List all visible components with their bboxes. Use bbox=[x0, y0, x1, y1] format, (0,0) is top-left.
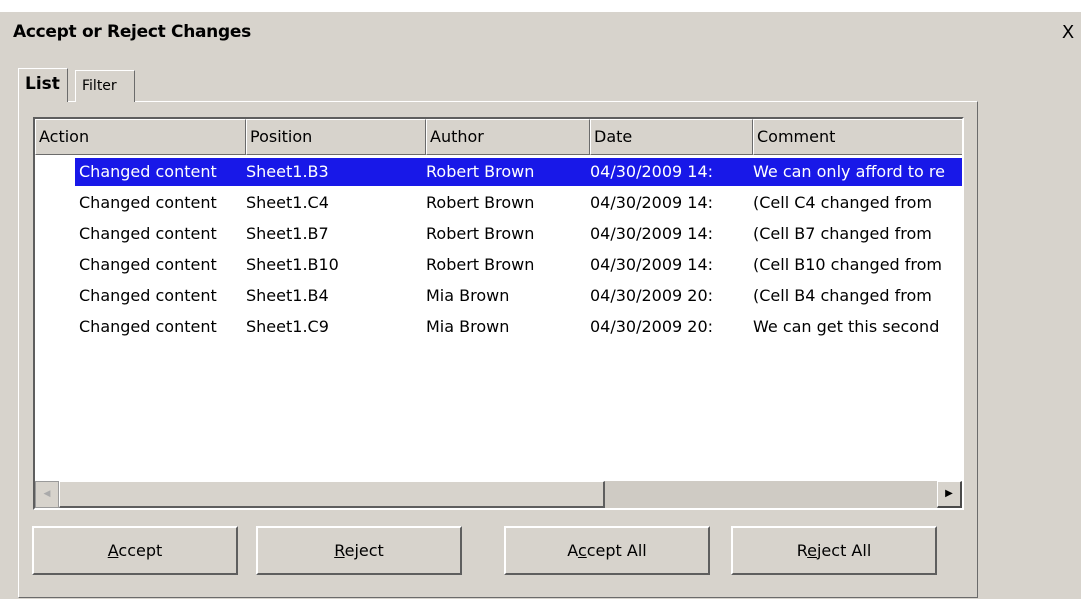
cell-action: Changed content bbox=[79, 224, 217, 243]
cell-position: Sheet1.B10 bbox=[246, 255, 339, 274]
cell-action: Changed content bbox=[79, 317, 217, 336]
cell-action: Changed content bbox=[79, 193, 217, 212]
column-header-action[interactable]: Action bbox=[35, 119, 246, 155]
tab-filter[interactable]: Filter bbox=[75, 70, 135, 102]
column-header-comment[interactable]: Comment bbox=[753, 119, 962, 155]
cell-action: Changed content bbox=[79, 162, 217, 181]
table-row[interactable]: Changed content Sheet1.C9 Mia Brown 04/30/2… bbox=[35, 312, 962, 342]
cell-position: Sheet1.B7 bbox=[246, 224, 329, 243]
reject-mnemonic: R bbox=[334, 541, 345, 560]
column-header-position[interactable]: Position bbox=[246, 119, 426, 155]
cell-action: Changed content bbox=[79, 286, 217, 305]
cell-author: Robert Brown bbox=[426, 224, 535, 243]
column-header-date[interactable]: Date bbox=[590, 119, 753, 155]
cell-comment: We can only afford to re bbox=[753, 162, 945, 181]
accept-mnemonic: A bbox=[107, 541, 119, 560]
reject-all-label-pre: R bbox=[796, 541, 808, 560]
tab-list[interactable]: List bbox=[18, 68, 68, 102]
cell-action: Changed content bbox=[79, 255, 217, 274]
cell-date: 04/30/2009 20: bbox=[590, 317, 714, 336]
reject-all-label: ject All bbox=[816, 541, 872, 560]
cell-author: Robert Brown bbox=[426, 162, 535, 181]
scrollbar-thumb[interactable] bbox=[59, 481, 605, 508]
cell-date: 04/30/2009 14: bbox=[590, 162, 714, 181]
reject-all-mnemonic: e bbox=[807, 541, 817, 560]
cell-date: 04/30/2009 20: bbox=[590, 286, 714, 305]
table-row[interactable]: Changed content Sheet1.B3 Robert Brown 04/3… bbox=[35, 157, 962, 187]
cell-comment: (Cell B10 changed from bbox=[753, 255, 943, 274]
changes-list[interactable]: Action Position Author Date Comment Chan… bbox=[33, 117, 964, 510]
dialog-title: Accept or Reject Changes bbox=[13, 22, 251, 42]
cell-comment: (Cell B4 changed from bbox=[753, 286, 932, 305]
reject-label: eject bbox=[344, 541, 384, 560]
table-row[interactable]: Changed content Sheet1.B7 Robert Brown 04/3… bbox=[35, 219, 962, 249]
cell-position: Sheet1.C9 bbox=[246, 317, 329, 336]
cell-author: Mia Brown bbox=[426, 286, 510, 305]
close-icon[interactable]: X bbox=[1058, 22, 1078, 44]
reject-all-button[interactable]: Reject All bbox=[731, 526, 937, 575]
accept-all-label-pre: A bbox=[567, 541, 578, 560]
accept-label: ccept bbox=[118, 541, 163, 560]
accept-all-button[interactable]: Accept All bbox=[504, 526, 710, 575]
table-row[interactable]: Changed content Sheet1.C4 Robert Brown 04/3… bbox=[35, 188, 962, 218]
table-row[interactable]: Changed content Sheet1.B10 Robert Brown 04/… bbox=[35, 250, 962, 280]
scroll-right-icon[interactable]: ▶ bbox=[937, 481, 962, 508]
cell-date: 04/30/2009 14: bbox=[590, 224, 714, 243]
scrollbar-track[interactable] bbox=[605, 481, 937, 508]
accept-all-mnemonic: c bbox=[577, 541, 587, 560]
scroll-left-icon[interactable]: ◀ bbox=[35, 481, 59, 508]
accept-all-label: cept All bbox=[586, 541, 647, 560]
reject-button[interactable]: Reject bbox=[256, 526, 462, 575]
column-header-row: Action Position Author Date Comment bbox=[35, 119, 962, 155]
table-row[interactable]: Changed content Sheet1.B4 Mia Brown 04/30/2… bbox=[35, 281, 962, 311]
cell-date: 04/30/2009 14: bbox=[590, 255, 714, 274]
cell-author: Robert Brown bbox=[426, 193, 535, 212]
accept-button[interactable]: Accept bbox=[32, 526, 238, 575]
cell-position: Sheet1.B4 bbox=[246, 286, 329, 305]
cell-author: Mia Brown bbox=[426, 317, 510, 336]
cell-date: 04/30/2009 14: bbox=[590, 193, 714, 212]
horizontal-scrollbar[interactable]: ◀ ▶ bbox=[35, 481, 962, 508]
cell-comment: (Cell B7 changed from bbox=[753, 224, 932, 243]
cell-comment: (Cell C4 changed from bbox=[753, 193, 933, 212]
cell-comment: We can get this second bbox=[753, 317, 940, 336]
column-header-author[interactable]: Author bbox=[426, 119, 590, 155]
cell-author: Robert Brown bbox=[426, 255, 535, 274]
cell-position: Sheet1.B3 bbox=[246, 162, 329, 181]
top-strip bbox=[0, 0, 1081, 12]
cell-position: Sheet1.C4 bbox=[246, 193, 329, 212]
